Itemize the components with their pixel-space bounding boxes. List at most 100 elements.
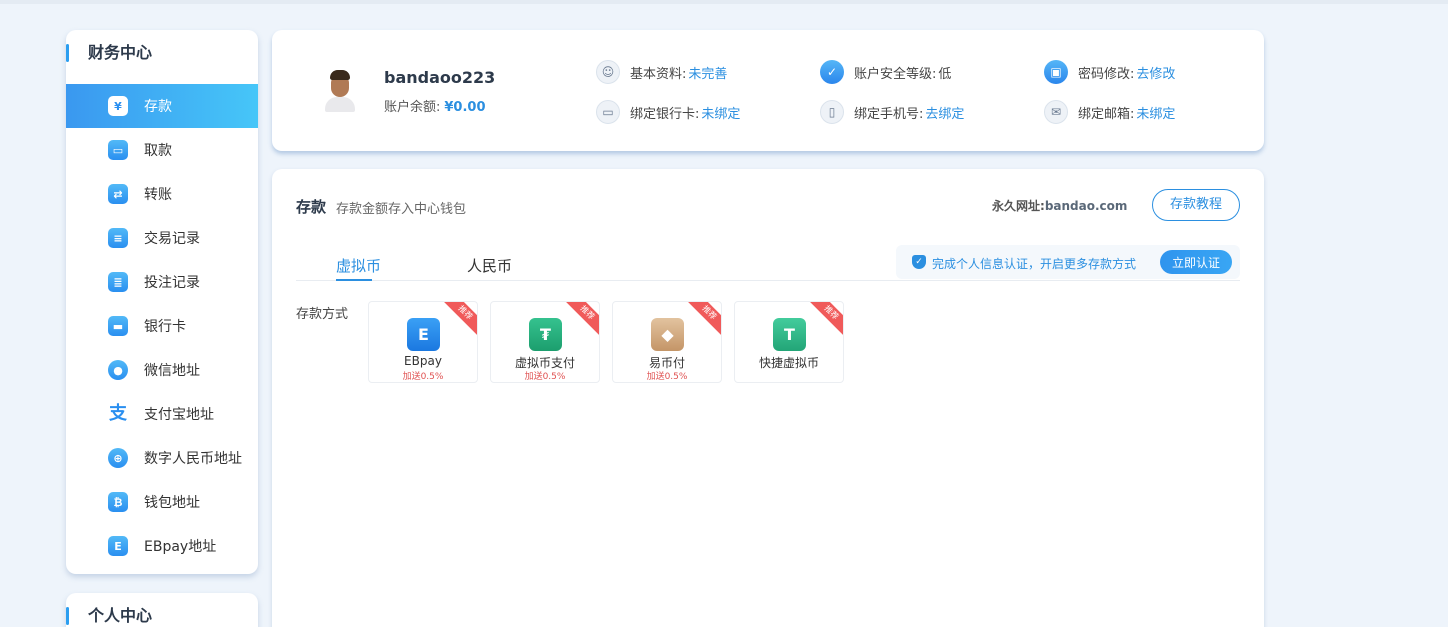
sidebar-item-label: 钱包地址 <box>144 495 200 511</box>
sidebar-item-label: 银行卡 <box>144 319 186 335</box>
bank-card-icon: ▬ <box>108 316 128 336</box>
card-icon: ▭ <box>596 100 620 124</box>
sidebar-item-bank-card[interactable]: ▬ 银行卡 <box>66 304 258 348</box>
lock-icon: ▣ <box>1044 60 1068 84</box>
method-card-quick-crypto[interactable]: 推荐 T 快捷虚拟币 <box>734 301 844 383</box>
info-phone-link[interactable]: 去绑定 <box>925 103 964 122</box>
sidebar-item-withdraw[interactable]: ▭ 取款 <box>66 128 258 172</box>
sidebar-list: ¥ 存款 ▭ 取款 ⇄ 转账 ≡ 交易记录 ≣ 投注记录 ▬ 银行卡 ● 微信地… <box>66 84 258 568</box>
deposit-method-label: 存款方式 <box>296 307 349 322</box>
balance-value: ¥0.00 <box>444 100 486 115</box>
profile-card: bandaoo223 账户余额: ¥0.00 ☺ 基本资料: 未完善 ✓ 账户安全… <box>272 30 1264 151</box>
info-email-label: 绑定邮箱: <box>1078 106 1135 122</box>
method-name: 快捷虚拟币 <box>758 356 819 370</box>
sidebar-item-label: 转账 <box>144 187 172 203</box>
sidebar-item-label: 支付宝地址 <box>144 407 214 423</box>
info-email: ✉ 绑定邮箱: 未绑定 <box>1044 99 1175 125</box>
sidebar-item-alipay[interactable]: 支 支付宝地址 <box>66 392 258 436</box>
info-email-link[interactable]: 未绑定 <box>1136 103 1175 122</box>
info-basic-label: 基本资料: <box>630 66 687 82</box>
page-title: 存款 <box>296 198 327 216</box>
active-tab-indicator <box>336 279 372 281</box>
transfer-icon: ⇄ <box>108 184 128 204</box>
sidebar-item-deposit[interactable]: ¥ 存款 <box>66 84 258 128</box>
wallet-icon: ₿ <box>108 492 128 512</box>
bet-record-icon: ≣ <box>108 272 128 292</box>
verify-text: 完成个人信息认证，开启更多存款方式 <box>932 257 1137 271</box>
method-bonus: 加送0.5% <box>646 372 688 382</box>
info-password-link[interactable]: 去修改 <box>1136 63 1175 82</box>
wechat-icon: ● <box>108 360 128 380</box>
permanent-url-label: 永久网址: <box>992 199 1045 213</box>
sidebar-item-label: 存款 <box>144 99 172 115</box>
permanent-url-value[interactable]: bandao.com <box>1045 199 1128 213</box>
info-security-value: 低 <box>938 66 952 82</box>
method-card-crypto-pay[interactable]: 推荐 ₮ 虚拟币支付 加送0.5% <box>490 301 600 383</box>
info-bank: ▭ 绑定银行卡: 未绑定 <box>596 99 740 125</box>
digital-rmb-icon: ⊕ <box>108 448 128 468</box>
info-password-label: 密码修改: <box>1078 66 1135 82</box>
sidebar-item-label: 数字人民币地址 <box>144 451 242 467</box>
mail-icon: ✉ <box>1044 100 1068 124</box>
sidebar-item-wallet[interactable]: ₿ 钱包地址 <box>66 480 258 524</box>
sidebar-item-label: 微信地址 <box>144 363 200 379</box>
info-bank-label: 绑定银行卡: <box>630 106 700 122</box>
sidebar-item-label: 取款 <box>144 143 172 159</box>
info-phone-label: 绑定手机号: <box>854 106 924 122</box>
tab-crypto[interactable]: 虚拟币 <box>336 255 381 276</box>
withdraw-icon: ▭ <box>108 140 128 160</box>
tab-rmb[interactable]: 人民币 <box>467 255 512 276</box>
alipay-icon: 支 <box>109 403 127 424</box>
method-bonus: 加送0.5% <box>402 372 444 382</box>
usdt-icon: ₮ <box>529 318 562 351</box>
page-subtitle: 存款金额存入中心钱包 <box>336 202 467 217</box>
phone-icon: ▯ <box>820 100 844 124</box>
transaction-record-icon: ≡ <box>108 228 128 248</box>
user-icon: ☺ <box>596 60 620 84</box>
ebpay-icon: E <box>108 536 128 556</box>
avatar[interactable] <box>318 66 362 114</box>
top-strip <box>0 0 1448 4</box>
recommend-badge: 推荐 <box>804 302 843 340</box>
account-balance: 账户余额: ¥0.00 <box>384 96 486 115</box>
deposit-tutorial-button[interactable]: 存款教程 <box>1152 189 1240 221</box>
deposit-methods: 推荐 E EBpay 加送0.5% 推荐 ₮ 虚拟币支付 加送0.5% 推荐 ◆… <box>368 301 856 383</box>
sidebar-item-transaction-record[interactable]: ≡ 交易记录 <box>66 216 258 260</box>
info-phone: ▯ 绑定手机号: 去绑定 <box>820 99 964 125</box>
sidebar-item-ebpay[interactable]: E EBpay地址 <box>66 524 258 568</box>
method-card-yibifu[interactable]: 推荐 ◆ 易币付 加送0.5% <box>612 301 722 383</box>
sidebar: 财务中心 ¥ 存款 ▭ 取款 ⇄ 转账 ≡ 交易记录 ≣ 投注记录 ▬ 银行卡 … <box>66 30 258 574</box>
ebpay-icon: E <box>407 318 440 351</box>
username: bandaoo223 <box>384 68 496 87</box>
sidebar-item-bet-record[interactable]: ≣ 投注记录 <box>66 260 258 304</box>
sidebar-item-label: 交易记录 <box>144 231 200 247</box>
sidebar-title: 财务中心 <box>66 42 152 64</box>
info-security: ✓ 账户安全等级: 低 <box>820 59 951 85</box>
verify-banner: ✓ 完成个人信息认证，开启更多存款方式 立即认证 <box>896 245 1240 279</box>
info-basic-link[interactable]: 未完善 <box>688 63 727 82</box>
sidebar-item-label: EBpay地址 <box>144 539 217 555</box>
method-name: EBpay <box>404 354 442 368</box>
permanent-url: 永久网址:bandao.com <box>992 197 1127 214</box>
sidebar-item-transfer[interactable]: ⇄ 转账 <box>66 172 258 216</box>
method-bonus: 加送0.5% <box>524 372 566 382</box>
info-basic: ☺ 基本资料: 未完善 <box>596 59 727 85</box>
avatar-image <box>322 66 358 112</box>
recommend-badge: 推荐 <box>682 302 721 340</box>
balance-label: 账户余额: <box>384 100 441 115</box>
shield-icon: ✓ <box>820 60 844 84</box>
personal-center-panel: 个人中心 <box>66 593 258 627</box>
deposit-icon: ¥ <box>108 96 128 116</box>
info-security-label: 账户安全等级: <box>854 66 937 82</box>
quick-crypto-icon: T <box>773 318 806 351</box>
sidebar-item-wechat[interactable]: ● 微信地址 <box>66 348 258 392</box>
sidebar-item-digital-rmb[interactable]: ⊕ 数字人民币地址 <box>66 436 258 480</box>
verify-now-button[interactable]: 立即认证 <box>1160 250 1232 274</box>
yibifu-icon: ◆ <box>651 318 684 351</box>
method-card-ebpay[interactable]: 推荐 E EBpay 加送0.5% <box>368 301 478 383</box>
verify-shield-icon: ✓ <box>912 255 926 269</box>
recommend-badge: 推荐 <box>438 302 477 340</box>
info-bank-link[interactable]: 未绑定 <box>701 103 740 122</box>
recommend-badge: 推荐 <box>560 302 599 340</box>
personal-center-title: 个人中心 <box>66 605 152 627</box>
